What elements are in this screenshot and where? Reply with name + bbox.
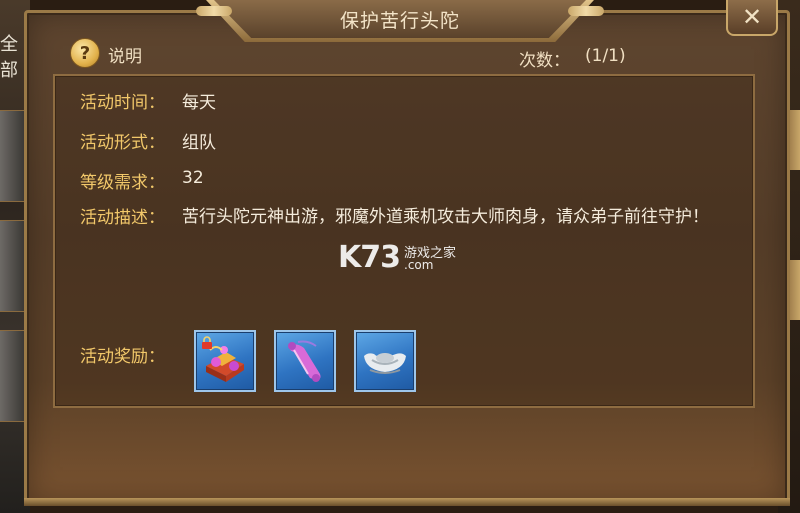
help-label[interactable]: 说明: [108, 42, 142, 67]
description-label: 活动描述：: [80, 208, 165, 228]
watermark-domain: .com: [404, 258, 434, 272]
form-label: 活动形式：: [80, 133, 165, 153]
watermark: K73 游戏之家 .com: [338, 240, 478, 280]
time-label: 活动时间：: [80, 93, 165, 113]
close-icon: ✕: [741, 3, 763, 31]
background-slot: [0, 110, 25, 202]
dialog-bottom-trim: [24, 498, 790, 506]
level-value: 32: [182, 168, 204, 188]
reward-item-silver-ingot[interactable]: [354, 330, 416, 392]
background-slot: [0, 220, 25, 312]
level-label: 等级需求：: [80, 173, 165, 193]
lock-icon: [202, 336, 212, 349]
close-button[interactable]: ✕: [726, 0, 778, 36]
description-value: 苦行头陀元神出游，邪魔外道乘机攻击大师肉身，请众弟子前往守护！: [182, 207, 709, 227]
reward-item-gift-pack[interactable]: [194, 330, 256, 392]
background-slot: [0, 330, 25, 422]
reward-item-scroll[interactable]: [274, 330, 336, 392]
form-value: 组队: [182, 133, 216, 153]
reward-label: 活动奖励：: [80, 347, 165, 367]
dialog-title: 保护苦行头陀: [339, 10, 460, 32]
count-label: 次数：: [519, 51, 570, 71]
count-value: (1/1): [585, 46, 626, 66]
silver-ingot-icon: [364, 353, 406, 374]
time-value: 每天: [182, 93, 216, 113]
help-icon[interactable]: ?: [70, 38, 100, 68]
watermark-brand: K73: [338, 240, 401, 275]
scroll-icon: [288, 340, 321, 382]
